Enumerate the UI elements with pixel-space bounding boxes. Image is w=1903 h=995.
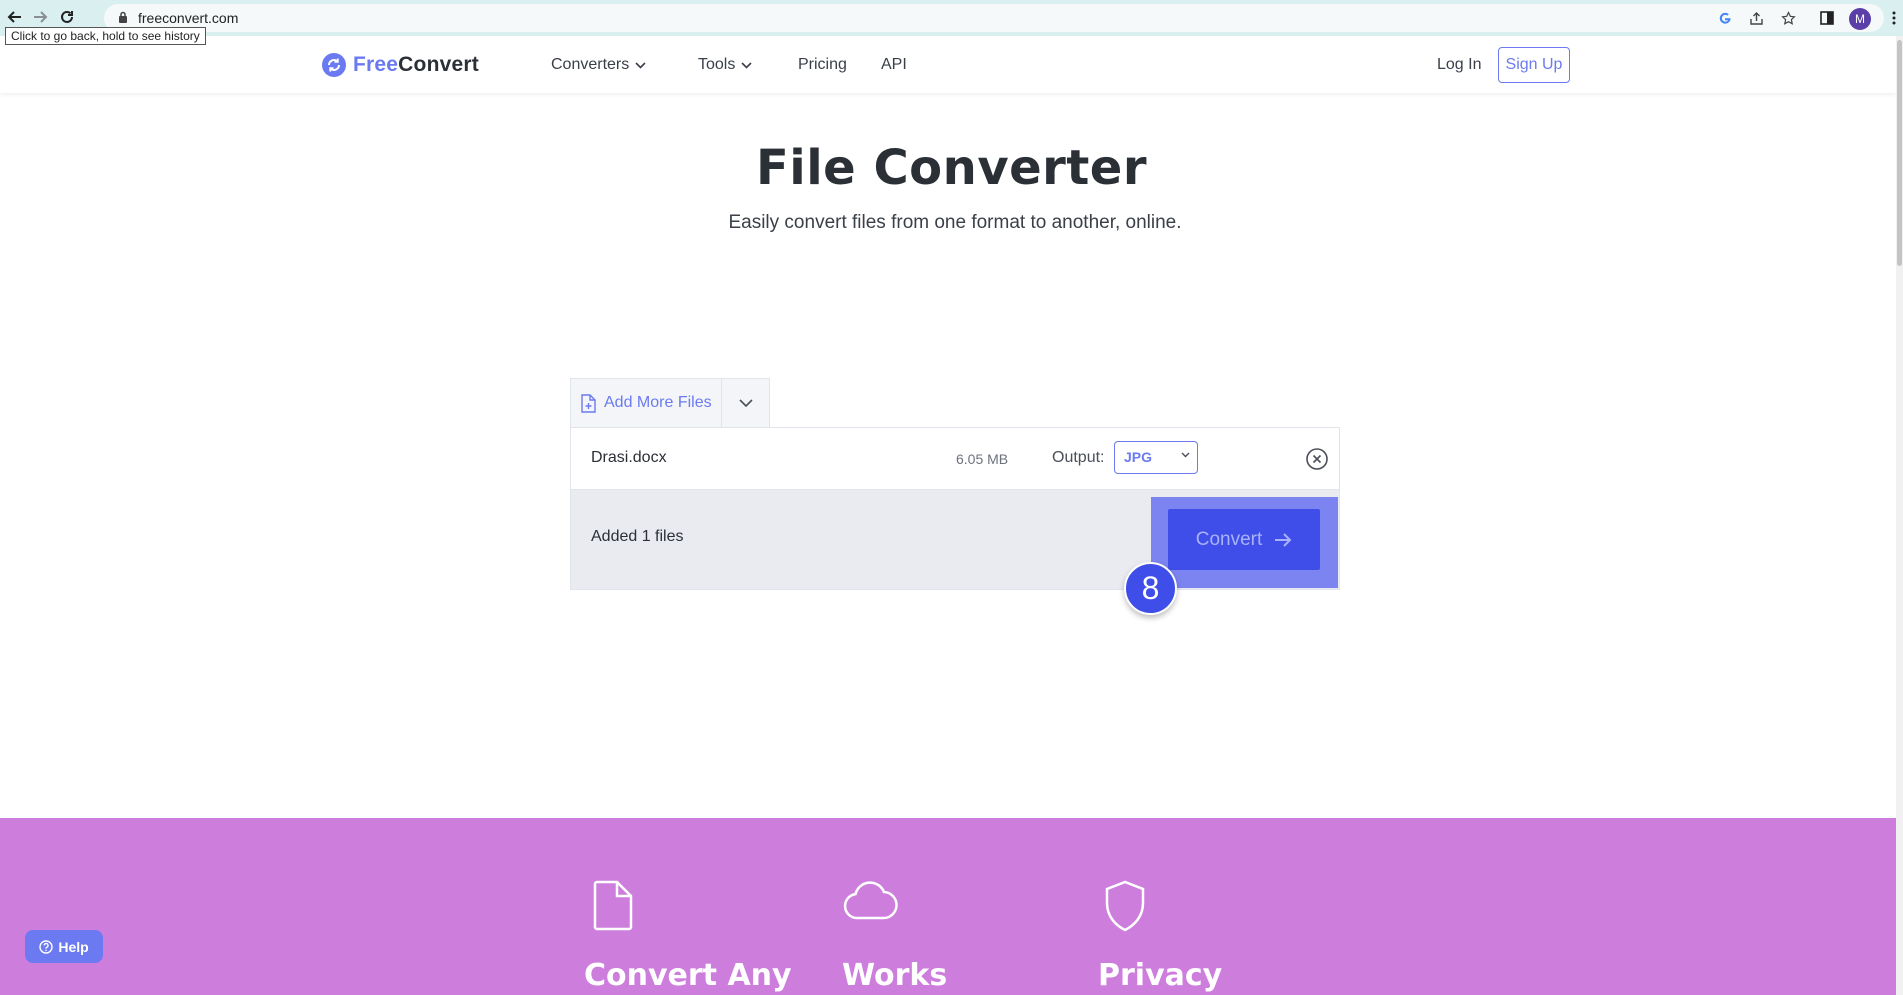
- output-format-value: JPG: [1124, 449, 1153, 465]
- remove-file-button[interactable]: [1305, 447, 1329, 471]
- side-panel-icon[interactable]: [1816, 7, 1838, 29]
- lock-icon: [119, 11, 127, 23]
- add-more-files-group: Add More Files: [570, 378, 770, 427]
- cloud-icon: [843, 881, 898, 920]
- logo-icon: [322, 53, 346, 77]
- reload-button[interactable]: [56, 6, 78, 28]
- forward-button[interactable]: [29, 6, 51, 28]
- shield-icon: [1105, 880, 1145, 932]
- add-source-dropdown[interactable]: [722, 379, 769, 427]
- added-files-count: Added 1 files: [591, 528, 684, 545]
- freeconvert-logo[interactable]: FreeConvert: [322, 53, 479, 77]
- address-bar[interactable]: freeconvert.com: [104, 4, 1884, 32]
- nav-converters[interactable]: Converters: [551, 56, 646, 74]
- help-button[interactable]: Help: [25, 930, 103, 963]
- file-row: Drasi.docx 6.05 MB Output: JPG: [570, 427, 1340, 490]
- profile-avatar[interactable]: M: [1849, 8, 1871, 30]
- site-header: FreeConvert Converters Tools Pricing API…: [0, 36, 1896, 93]
- share-icon[interactable]: [1745, 7, 1767, 29]
- question-circle-icon: [39, 939, 54, 954]
- feature-title: Privacy: [1098, 958, 1223, 993]
- add-more-files-button[interactable]: Add More Files: [571, 379, 722, 427]
- back-button-tooltip: Click to go back, hold to see history: [5, 27, 206, 45]
- arrow-right-icon: [1275, 532, 1292, 547]
- url-text: freeconvert.com: [138, 10, 239, 26]
- reload-icon: [61, 10, 73, 23]
- nav-api[interactable]: API: [881, 56, 907, 74]
- convert-button[interactable]: Convert: [1168, 509, 1320, 570]
- nav-pricing[interactable]: Pricing: [798, 56, 847, 74]
- features-band: Convert Any Works Privacy: [0, 818, 1896, 995]
- page-title: File Converter: [755, 140, 1148, 196]
- arrow-right-icon: [34, 11, 48, 23]
- chevron-down-icon: [738, 399, 753, 407]
- file-name: Drasi.docx: [591, 449, 667, 466]
- browser-toolbar: freeconvert.com M: [0, 0, 1903, 36]
- chevron-down-icon: [635, 61, 646, 69]
- signup-button[interactable]: Sign Up: [1498, 47, 1570, 83]
- page-subtitle: Easily convert files from one format to …: [728, 212, 1182, 233]
- arrow-left-icon: [7, 11, 21, 23]
- google-icon[interactable]: [1714, 7, 1736, 29]
- output-label: Output:: [1052, 449, 1105, 466]
- login-link[interactable]: Log In: [1437, 56, 1481, 74]
- step-number-badge: 8: [1124, 562, 1177, 615]
- feature-title: Works: [842, 958, 948, 993]
- chevron-down-icon: [1181, 452, 1190, 458]
- star-icon[interactable]: [1777, 7, 1799, 29]
- output-format-select[interactable]: JPG: [1114, 441, 1198, 474]
- feature-title: Convert Any: [584, 958, 792, 993]
- logo-text: FreeConvert: [353, 53, 479, 76]
- close-circle-icon: [1306, 448, 1328, 470]
- document-icon: [593, 880, 633, 931]
- kebab-menu-icon[interactable]: [1883, 7, 1903, 29]
- chevron-down-icon: [741, 61, 752, 69]
- file-add-icon: [581, 393, 596, 413]
- back-button[interactable]: [4, 6, 26, 28]
- file-size: 6.05 MB: [956, 451, 1009, 467]
- nav-tools[interactable]: Tools: [698, 56, 752, 74]
